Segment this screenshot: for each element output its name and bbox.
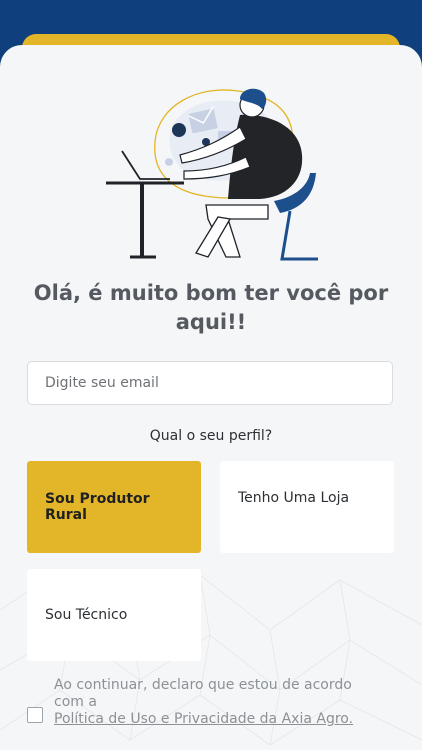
consent-text-block: Ao continuar, declaro que estou de acord… [54,677,384,728]
profile-option-label: Sou Produtor Rural [45,491,150,523]
profile-option-tecnico[interactable]: Sou Técnico [27,569,201,661]
consent-row: Ao continuar, declaro que estou de acord… [27,677,397,747]
email-field[interactable] [27,361,393,405]
consent-checkbox[interactable] [27,707,43,723]
signup-card: Olá, é muito bom ter você por aqui!! Qua… [0,45,422,750]
profile-option-loja[interactable]: Tenho Uma Loja [220,461,394,553]
privacy-policy-link[interactable]: Política de Uso e Privacidade da Axia Ag… [54,711,353,727]
consent-text: Ao continuar, declaro que estou de acord… [54,677,352,710]
profile-option-label: Tenho Uma Loja [238,490,350,506]
profile-option-label: Sou Técnico [45,607,128,623]
person-at-laptop-illustration [106,88,318,261]
profile-option-produtor-rural[interactable]: Sou Produtor Rural [27,461,201,553]
profile-question: Qual o seu perfil? [149,428,273,444]
page-title: Olá, é muito bom ter você por aqui!! [33,281,389,334]
